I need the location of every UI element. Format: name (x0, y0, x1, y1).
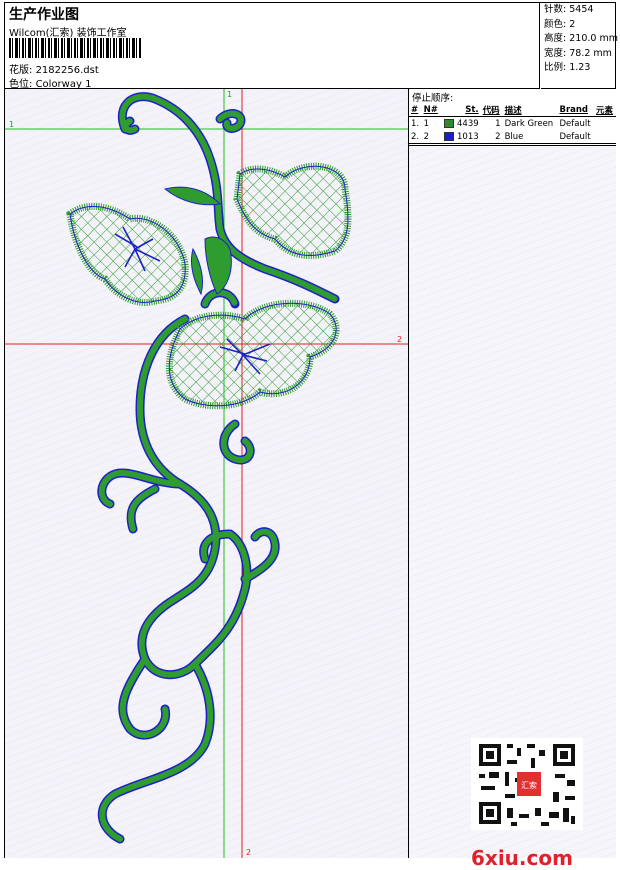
panel-background: 汇索 6xiu.com (409, 145, 616, 870)
production-sheet: 生产作业图 Wilcom(汇索) 装饰工作室 花版: 2182256.dst 色… (4, 2, 618, 870)
watermark-text: 6xiu.com (471, 846, 573, 870)
embroidery-design: 1 2 1 2 (5, 89, 408, 858)
panel-heading: 停止顺序: (412, 93, 454, 104)
col-brand: Brand (557, 103, 595, 117)
leaf-top-right (233, 162, 352, 259)
stat-height: 高度: 210.0 mm (544, 33, 618, 44)
color-swatch-blue (444, 131, 455, 141)
stop-sequence-panel: 停止顺序: # N# St. 代码 描述 Brand 元素 1. 1 4439 (409, 89, 616, 870)
barcode (9, 38, 142, 58)
col-number: # (409, 103, 422, 117)
col-stitches: St. (440, 103, 481, 117)
design-canvas[interactable]: 1 2 1 2 (5, 89, 409, 858)
seal-text: 汇索 (521, 780, 537, 790)
stat-colors: 颜色: 2 (544, 18, 576, 30)
guide-label-v1: 1 (227, 90, 232, 99)
guide-label-h2: 2 (397, 335, 402, 344)
stat-stitches: 针数: 5454 (544, 4, 594, 15)
design-stats: 针数: 5454 颜色: 2 高度: 210.0 mm 宽度: 78.2 mm … (541, 3, 618, 89)
col-element: 元素 (594, 103, 616, 117)
qr-code: 汇索 (471, 738, 583, 830)
header: 生产作业图 Wilcom(汇索) 装饰工作室 花版: 2182256.dst 色… (5, 3, 540, 90)
stat-scale: 比例: 1.23 (544, 62, 591, 73)
stat-width: 宽度: 78.2 mm (544, 47, 612, 59)
color-table: # N# St. 代码 描述 Brand 元素 1. 1 4439 1 Dark… (409, 103, 616, 144)
guide-label-h1: 1 (9, 120, 14, 129)
col-code: 代码 (480, 103, 503, 117)
table-row[interactable]: 1. 1 4439 1 Dark Green Default (409, 117, 616, 131)
leaf-left (66, 202, 189, 306)
guide-label-v2: 2 (246, 848, 251, 857)
col-desc: 描述 (502, 103, 558, 117)
table-row[interactable]: 2. 2 1013 2 Blue Default (409, 130, 616, 144)
page-title: 生产作业图 (9, 7, 79, 23)
leaf-center (165, 299, 340, 410)
table-header-row: # N# St. 代码 描述 Brand 元素 (409, 103, 616, 117)
color-swatch-green (444, 118, 455, 128)
col-needle: N# (421, 103, 441, 117)
company-name: Wilcom(汇索) 装饰工作室 (9, 28, 127, 39)
colorway: 色位: Colorway 1 (9, 75, 91, 90)
design-file: 花版: 2182256.dst (9, 61, 99, 76)
